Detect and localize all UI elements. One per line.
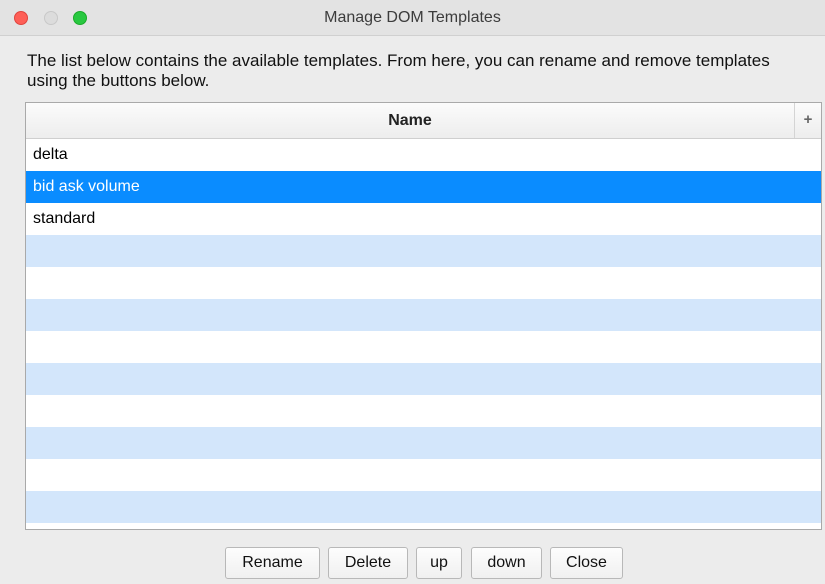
window-title: Manage DOM Templates <box>324 9 501 26</box>
templates-table: Name + delta bid ask volume standard <box>25 102 822 530</box>
table-row[interactable]: delta <box>26 139 821 171</box>
table-rows: delta bid ask volume standard <box>26 139 821 523</box>
table-row[interactable] <box>26 459 821 491</box>
table-header: Name + <box>26 103 821 139</box>
manage-templates-window: Manage DOM Templates The list below cont… <box>0 0 825 584</box>
delete-button[interactable]: Delete <box>328 547 408 579</box>
table-row[interactable] <box>26 427 821 459</box>
table-row[interactable] <box>26 395 821 427</box>
table-row[interactable] <box>26 299 821 331</box>
table-row[interactable] <box>26 331 821 363</box>
rename-button[interactable]: Rename <box>225 547 320 579</box>
add-column-icon[interactable]: + <box>795 103 821 138</box>
down-button[interactable]: down <box>471 547 542 579</box>
table-row[interactable] <box>26 235 821 267</box>
up-button[interactable]: up <box>416 547 462 579</box>
close-button[interactable]: Close <box>550 547 623 579</box>
description-text: The list below contains the available te… <box>27 51 770 90</box>
table-row[interactable] <box>26 491 821 523</box>
column-header-name[interactable]: Name <box>26 103 795 138</box>
table-row[interactable]: bid ask volume <box>26 171 821 203</box>
table-row[interactable] <box>26 267 821 299</box>
table-row[interactable]: standard <box>26 203 821 235</box>
title-bar[interactable]: Manage DOM Templates <box>0 0 825 36</box>
table-row[interactable] <box>26 363 821 395</box>
button-bar: Rename Delete up down Close <box>0 547 825 579</box>
